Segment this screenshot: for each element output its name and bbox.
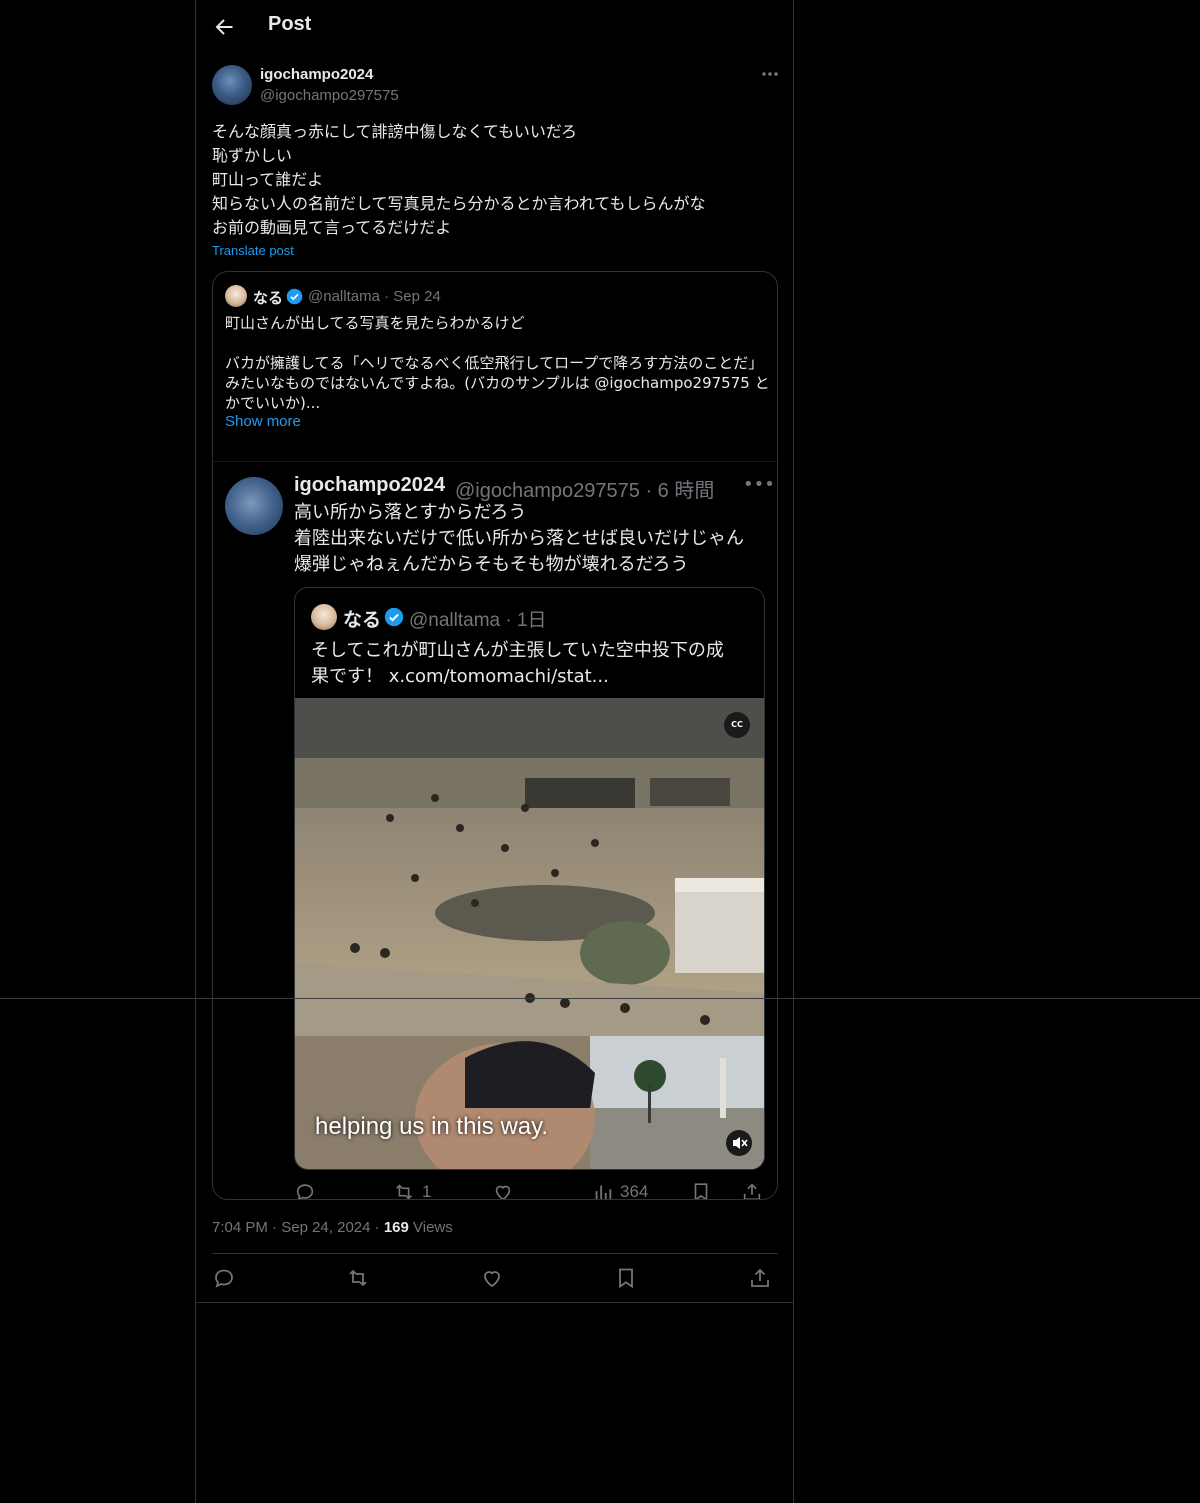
- quote-author-handle: @nalltama: [308, 288, 380, 305]
- quote-text: 町山さんが出してる写真を見たらわかるけど バカが擁護してる「ヘリでなるべく低空飛…: [225, 313, 770, 413]
- screenshot-action-bar: 1 364: [294, 1181, 774, 1200]
- separator-dot: ·: [384, 288, 394, 305]
- bookmark-icon: [694, 1183, 708, 1199]
- views-count: 169: [383, 1219, 409, 1236]
- divider: [196, 1302, 793, 1303]
- embedded-screenshot-image[interactable]: igochampo2024 @igochampo297575 · 6 時間 ••…: [213, 461, 777, 1200]
- screenshot-views: 364: [592, 1181, 649, 1200]
- divider: [212, 1253, 778, 1254]
- screenshot-bookmark: [690, 1181, 712, 1199]
- quote-text-line: かでいいか)...: [225, 394, 321, 412]
- quote-author-name: なる: [253, 289, 284, 307]
- inner-author-name: なる: [343, 609, 382, 631]
- post-text-line: 町山って誰だよ: [212, 170, 324, 189]
- heart-icon: [484, 1271, 500, 1288]
- share-icon: [751, 1268, 769, 1287]
- page-header: Post: [196, 0, 795, 54]
- author-avatar[interactable]: [212, 65, 252, 105]
- inner-author-avatar: [311, 604, 337, 630]
- horizontal-guide-line: [0, 998, 1200, 999]
- main-column: Post igochampo2024 @igochampo297575 そんな顔…: [195, 0, 794, 1503]
- reply-icon: [296, 1184, 314, 1199]
- quote-text-line: バカが擁護してる「ヘリでなるべく低空飛行してロープで降ろす方法のことだ」: [225, 354, 764, 372]
- reply-button[interactable]: [212, 1266, 236, 1290]
- screenshot-meta: @igochampo297575 · 6 時間: [455, 480, 715, 502]
- post-text: そんな顔真っ赤にして誹謗中傷しなくてもいいだろ 恥ずかしい 町山って誰だよ 知ら…: [212, 120, 772, 240]
- more-options-button[interactable]: [760, 64, 780, 84]
- author-name[interactable]: igochampo2024: [260, 66, 373, 83]
- post-text-line: 知らない人の名前だして写真見たら分かるとか言われてもしらんがな: [212, 194, 706, 213]
- screenshot-text: 高い所から落とすからだろう 着陸出来ないだけで低い所から落とせば良いだけじゃん …: [294, 500, 744, 578]
- bookmark-icon: [619, 1268, 633, 1289]
- retweet-icon: [396, 1184, 412, 1199]
- quote-author-avatar: [225, 285, 247, 307]
- inner-text-line: 果です！ x.com/tomomachi/stat...: [311, 666, 609, 687]
- separator-dot: ·: [374, 1219, 384, 1236]
- post-time[interactable]: 7:04 PM: [212, 1219, 268, 1236]
- heart-icon: [495, 1185, 511, 1199]
- quote-text-line: [225, 333, 765, 353]
- more-icon: [762, 72, 778, 76]
- post-action-bar: [212, 1266, 778, 1290]
- page-title: Post: [268, 13, 312, 35]
- inner-meta: @nalltama · 1日: [409, 610, 547, 631]
- screenshot-more-icon: •••: [743, 474, 775, 495]
- inner-text: そしてこれが町山さんが主張していた空中投下の成 果です！ x.com/tomom…: [311, 638, 724, 690]
- screenshot-like: [492, 1181, 514, 1199]
- views-label: Views: [413, 1219, 453, 1236]
- reply-icon: [215, 1269, 233, 1288]
- quote-date: Sep 24: [393, 288, 441, 305]
- mute-button: [726, 1130, 752, 1156]
- retweet-button[interactable]: [346, 1266, 370, 1290]
- screenshot-retweet-count: 1: [422, 1182, 432, 1200]
- screenshot-reply: [294, 1181, 316, 1199]
- screenshot-views-count: 364: [620, 1182, 649, 1200]
- back-button[interactable]: [212, 15, 236, 39]
- screenshot-author-name: igochampo2024: [294, 474, 446, 496]
- retweet-icon: [349, 1269, 367, 1287]
- quoted-post[interactable]: なる @nalltama · Sep 24 町山さんが出してる写真を見たらわかる…: [212, 271, 778, 1200]
- screenshot-share: [741, 1181, 763, 1199]
- video-frame: CC helping us in this way.: [295, 698, 764, 1169]
- views-chart-icon: [595, 1185, 612, 1199]
- author-handle[interactable]: @igochampo297575: [260, 87, 399, 104]
- screenshot-inner-quote: なる @nalltama · 1日 そしてこれが町山さんが主張していた空中投下の…: [294, 587, 765, 1170]
- share-icon: [743, 1183, 761, 1199]
- separator-dot: ·: [272, 1219, 282, 1236]
- quote-text-line: 町山さんが出してる写真を見たらわかるけど: [225, 314, 525, 332]
- translate-post-link[interactable]: Translate post: [212, 243, 294, 258]
- video-scene-image: [295, 698, 764, 1169]
- show-more-link[interactable]: Show more: [225, 413, 301, 430]
- quote-text-line: みたいなものではないんですよね。(バカのサンプルは @igochampo2975…: [225, 374, 770, 392]
- post-text-line: お前の動画見て言ってるだけだよ: [212, 218, 452, 237]
- screenshot-text-line: 爆弾じゃねぇんだからそもそも物が壊れるだろう: [294, 554, 689, 575]
- post-text-line: 恥ずかしい: [212, 146, 293, 165]
- closed-captions-button: CC: [724, 712, 750, 738]
- share-button[interactable]: [748, 1266, 772, 1290]
- quote-meta: @nalltama · Sep 24: [308, 288, 441, 305]
- inner-text-line: そしてこれが町山さんが主張していた空中投下の成: [311, 640, 724, 661]
- speaker-muted-icon: [733, 1137, 748, 1149]
- arrow-left-icon: [215, 19, 233, 35]
- verified-badge-icon: [384, 607, 404, 627]
- like-button[interactable]: [480, 1266, 504, 1290]
- video-caption: helping us in this way.: [315, 1113, 549, 1140]
- post-text-line: そんな顔真っ赤にして誹謗中傷しなくてもいいだろ: [212, 122, 577, 141]
- screenshot-avatar: [225, 477, 283, 535]
- screenshot-text-line: 高い所から落とすからだろう: [294, 502, 527, 523]
- verified-badge-icon: [286, 288, 303, 305]
- screenshot-text-line: 着陸出来ないだけで低い所から落とせば良いだけじゃん: [294, 528, 744, 549]
- post-date[interactable]: Sep 24, 2024: [281, 1219, 370, 1236]
- bookmark-button[interactable]: [614, 1266, 638, 1290]
- screenshot-retweet: 1: [392, 1181, 432, 1200]
- post-timestamp: 7:04 PM · Sep 24, 2024 · 169 Views: [212, 1219, 453, 1236]
